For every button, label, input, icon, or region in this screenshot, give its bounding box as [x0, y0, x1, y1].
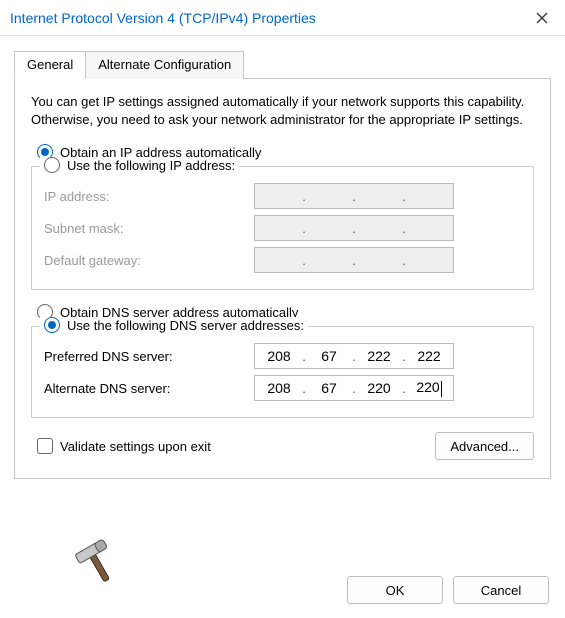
tab-general[interactable]: General [14, 51, 86, 79]
default-gateway-label: Default gateway: [44, 253, 254, 268]
advanced-button[interactable]: Advanced... [435, 432, 534, 460]
alternate-dns-input[interactable]: 208. 67. 220. 220 [254, 375, 454, 401]
ip-manual-label: Use the following IP address: [67, 158, 235, 173]
titlebar: Internet Protocol Version 4 (TCP/IPv4) P… [0, 0, 565, 36]
checkbox-icon [37, 438, 53, 454]
validate-settings-label: Validate settings upon exit [60, 439, 211, 454]
text-caret [441, 381, 442, 397]
dns-manual-group: Use the following DNS server addresses: … [31, 326, 534, 418]
subnet-mask-input: ... [254, 215, 454, 241]
general-panel: You can get IP settings assigned automat… [14, 78, 551, 479]
ip-manual-group: Use the following IP address: IP address… [31, 166, 534, 290]
ip-address-input: ... [254, 183, 454, 209]
subnet-mask-label: Subnet mask: [44, 221, 254, 236]
window-title: Internet Protocol Version 4 (TCP/IPv4) P… [10, 10, 519, 26]
preferred-dns-label: Preferred DNS server: [44, 349, 254, 364]
tab-alternate-configuration[interactable]: Alternate Configuration [85, 51, 244, 79]
tab-strip: General Alternate Configuration [14, 51, 551, 79]
default-gateway-input: ... [254, 247, 454, 273]
close-icon [536, 12, 548, 24]
hammer-cursor-icon [70, 539, 126, 598]
alternate-dns-label: Alternate DNS server: [44, 381, 254, 396]
ok-button[interactable]: OK [347, 576, 443, 604]
close-button[interactable] [519, 0, 565, 36]
dns-manual-label: Use the following DNS server addresses: [67, 318, 304, 333]
preferred-dns-input[interactable]: 208. 67. 222. 222 [254, 343, 454, 369]
cancel-button[interactable]: Cancel [453, 576, 549, 604]
validate-settings-option[interactable]: Validate settings upon exit [37, 438, 211, 454]
dns-manual-radio[interactable] [44, 317, 60, 333]
ip-manual-radio[interactable] [44, 157, 60, 173]
ip-address-label: IP address: [44, 189, 254, 204]
description-text: You can get IP settings assigned automat… [31, 93, 534, 128]
